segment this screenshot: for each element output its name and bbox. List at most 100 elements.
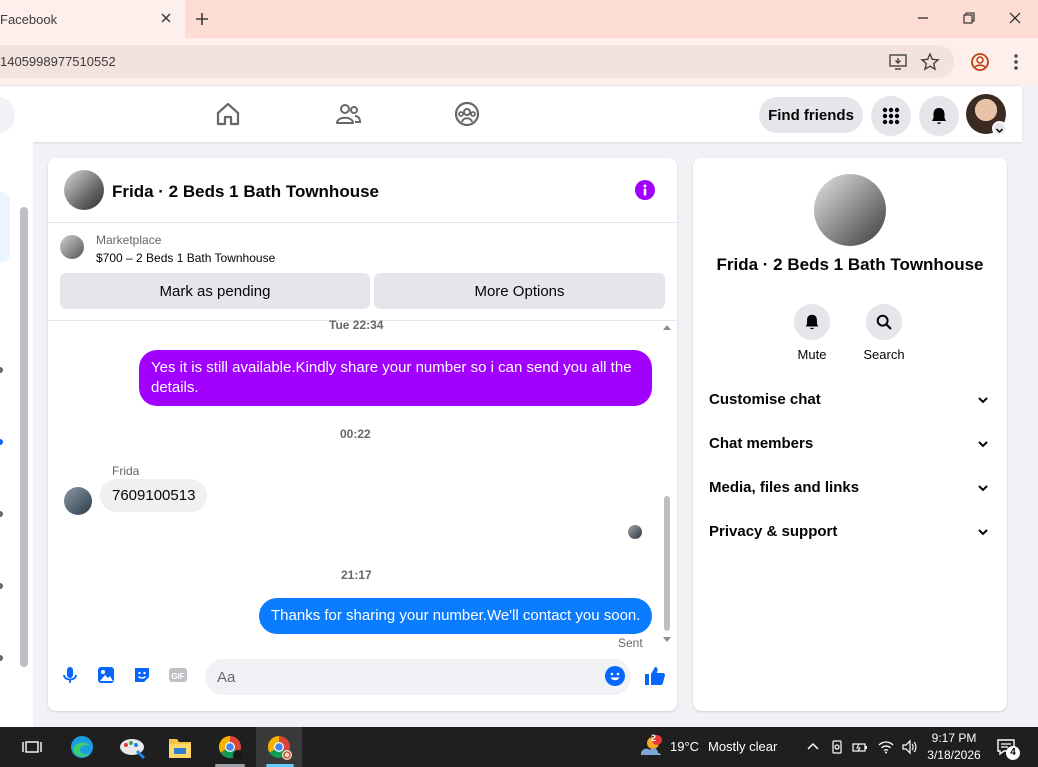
selected-chat-highlight[interactable]: [0, 192, 10, 262]
media-files-links-section[interactable]: Media, files and links: [701, 468, 999, 508]
task-view-icon[interactable]: [12, 733, 52, 767]
edge-browser-icon[interactable]: [62, 733, 102, 767]
unread-dot: [0, 511, 3, 517]
message-composer: GIF: [48, 651, 677, 711]
more-options-button[interactable]: More Options: [374, 273, 665, 309]
customise-chat-section[interactable]: Customise chat: [701, 380, 999, 420]
message-thread: Tue 22:34 Yes it is still available.Kind…: [48, 318, 677, 651]
groups-icon[interactable]: [453, 100, 481, 128]
conversation-info-button[interactable]: [635, 180, 655, 200]
menu-button[interactable]: [871, 96, 911, 136]
thread-scrollbar[interactable]: [662, 321, 672, 651]
windows-taskbar: 2 19°C Mostly clear 9:17 PM 3/18/2026 4: [0, 727, 1038, 767]
chat-members-section[interactable]: Chat members: [701, 424, 999, 464]
emoji-icon[interactable]: [604, 665, 626, 687]
clock-date[interactable]: 3/18/2026: [924, 748, 984, 762]
account-chevron-badge[interactable]: [992, 121, 1007, 136]
page-scrollbar[interactable]: [1022, 142, 1038, 727]
show-hidden-icons-icon[interactable]: [805, 739, 821, 755]
thumbs-up-icon[interactable]: [643, 664, 667, 688]
wifi-icon[interactable]: [878, 739, 894, 755]
url-text: 1405998977510552: [0, 54, 116, 69]
section-label: Media, files and links: [709, 479, 860, 496]
search-label: Search: [863, 347, 905, 362]
message-input[interactable]: [205, 659, 631, 695]
weather-temperature[interactable]: 19°C: [670, 739, 699, 754]
listing-price-title[interactable]: $700 – 2 Beds 1 Bath Townhouse: [96, 251, 275, 265]
section-label: Privacy & support: [709, 523, 838, 540]
thread-scrollbar-thumb[interactable]: [664, 496, 670, 631]
battery-icon[interactable]: [852, 739, 868, 755]
mute-button[interactable]: Mute: [782, 304, 842, 362]
listing-thumbnail[interactable]: [60, 235, 84, 259]
conversation-avatar[interactable]: [64, 170, 104, 210]
contact-avatar[interactable]: [814, 174, 886, 246]
bell-icon: [932, 108, 946, 124]
address-bar[interactable]: 1405998977510552: [0, 45, 954, 78]
profile-icon[interactable]: [970, 52, 990, 72]
weather-description[interactable]: Mostly clear: [708, 739, 777, 754]
file-explorer-icon[interactable]: [160, 733, 200, 767]
microphone-icon[interactable]: [60, 665, 80, 685]
info-icon: [643, 184, 647, 196]
chrome-profile-icon[interactable]: [259, 733, 299, 767]
message-timestamp: Tue 22:34: [329, 318, 384, 332]
section-label: Customise chat: [709, 391, 821, 408]
bookmark-star-icon[interactable]: [920, 52, 940, 72]
minimize-icon[interactable]: [915, 10, 931, 26]
sticker-icon[interactable]: [132, 665, 152, 685]
scroll-down-icon[interactable]: [662, 636, 672, 644]
chat-list-scrollbar[interactable]: [20, 207, 28, 667]
chevron-down-icon: [978, 441, 988, 448]
chevron-down-icon: [978, 397, 988, 404]
sender-avatar[interactable]: [64, 487, 92, 515]
scroll-up-icon[interactable]: [662, 323, 672, 331]
seen-indicator-avatar: [628, 525, 642, 539]
search-in-conversation-button[interactable]: Search: [854, 304, 914, 362]
close-window-icon[interactable]: [1007, 10, 1023, 26]
message-status: Sent: [618, 636, 643, 650]
section-label: Chat members: [709, 435, 814, 452]
browser-tab[interactable]: Facebook: [0, 0, 185, 38]
browser-toolbar: 1405998977510552: [0, 38, 1038, 85]
browser-menu-icon[interactable]: [1006, 52, 1026, 72]
restore-icon[interactable]: [961, 10, 977, 26]
new-tab-icon[interactable]: [193, 10, 211, 28]
chrome-icon[interactable]: [210, 733, 250, 767]
notification-count-badge: 4: [1006, 746, 1020, 760]
device-icon[interactable]: [829, 739, 845, 755]
conversation-header: Frida · 2 Beds 1 Bath Townhouse: [48, 158, 677, 223]
listing-source: Marketplace: [96, 233, 162, 247]
outgoing-message[interactable]: Yes it is still available.Kindly share y…: [139, 350, 652, 406]
notifications-button[interactable]: [919, 96, 959, 136]
marketplace-listing-card: Marketplace $700 – 2 Beds 1 Bath Townhou…: [48, 223, 677, 321]
conversation-details-panel: Frida · 2 Beds 1 Bath Townhouse Mute Sea…: [693, 158, 1007, 711]
paint-app-icon[interactable]: [112, 733, 152, 767]
mark-as-pending-button[interactable]: Mark as pending: [60, 273, 370, 309]
facebook-search-box[interactable]: [0, 97, 15, 133]
outgoing-message[interactable]: Thanks for sharing your number.We'll con…: [259, 598, 653, 634]
image-icon[interactable]: [96, 665, 116, 685]
facebook-top-nav: Find friends: [0, 85, 1022, 142]
clock-time[interactable]: 9:17 PM: [928, 731, 980, 745]
friends-icon[interactable]: [334, 100, 362, 128]
unread-dot: [0, 655, 3, 661]
chat-list-panel: [0, 142, 33, 727]
find-friends-button[interactable]: Find friends: [759, 97, 863, 133]
conversation-title[interactable]: Frida · 2 Beds 1 Bath Townhouse: [112, 182, 379, 202]
volume-icon[interactable]: [901, 739, 917, 755]
tab-close-icon[interactable]: [158, 10, 174, 26]
install-app-icon[interactable]: [888, 52, 908, 72]
privacy-support-section[interactable]: Privacy & support: [701, 512, 999, 552]
gif-icon[interactable]: GIF: [168, 665, 188, 685]
unread-dot: [0, 367, 3, 373]
contact-name: Frida · 2 Beds 1 Bath Townhouse: [716, 255, 984, 274]
bell-icon: [805, 314, 819, 330]
svg-text:GIF: GIF: [171, 672, 184, 681]
conversation-panel: Frida · 2 Beds 1 Bath Townhouse Marketpl…: [48, 158, 677, 711]
incoming-message[interactable]: 7609100513: [100, 479, 208, 512]
sender-name: Frida: [112, 464, 140, 478]
home-icon[interactable]: [214, 100, 242, 128]
chevron-down-icon: [978, 529, 988, 536]
chevron-down-icon: [995, 128, 1004, 134]
